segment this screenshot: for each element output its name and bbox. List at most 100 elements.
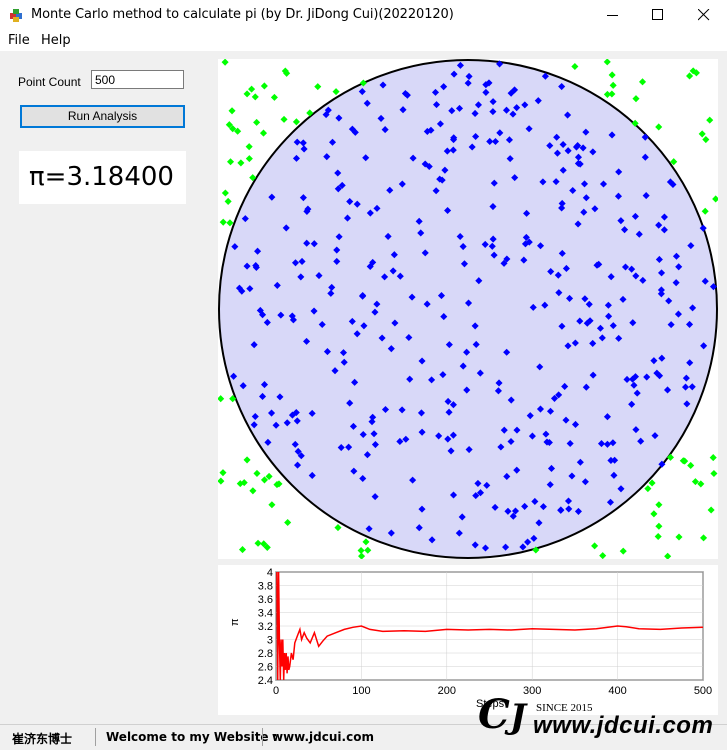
outside-point (357, 546, 365, 555)
outside-point (270, 93, 278, 101)
pi-result-text: π=3.18400 (29, 162, 174, 192)
run-analysis-button[interactable]: Run Analysis (20, 105, 185, 128)
outside-point (707, 506, 715, 514)
outside-point (221, 59, 229, 66)
outside-point (251, 93, 259, 101)
outside-point (632, 95, 640, 103)
status-url[interactable]: www.jdcui.com (272, 730, 374, 744)
outside-point (284, 518, 292, 527)
outside-point (260, 82, 268, 90)
monte-carlo-plot (218, 59, 718, 559)
outside-point (655, 123, 663, 131)
y-tick-label: 3.6 (258, 594, 273, 606)
y-tick-label: 3 (267, 635, 273, 647)
outside-point (687, 461, 695, 469)
outside-point (253, 118, 261, 126)
outside-point (709, 454, 717, 462)
outside-point (219, 218, 227, 226)
outside-point (700, 534, 708, 542)
outside-point (712, 195, 718, 203)
outside-point (603, 59, 611, 66)
pi-result-box: π=3.18400 (19, 151, 186, 204)
menu-file[interactable]: File (8, 33, 30, 48)
outside-point (314, 83, 322, 91)
outside-point (254, 539, 262, 547)
outside-point (710, 469, 718, 478)
outside-point (334, 524, 342, 532)
outside-point (245, 155, 253, 163)
outside-point (237, 159, 245, 167)
outside-point (280, 115, 288, 123)
x-tick-label: 0 (273, 685, 279, 697)
outside-point (650, 510, 658, 518)
window-title: Monte Carlo method to calculate pi (by D… (31, 7, 454, 22)
maximize-icon (652, 9, 663, 20)
status-author: 崔济东博士 (12, 732, 73, 746)
outside-point (591, 542, 599, 550)
outside-point (608, 71, 616, 79)
outside-point (619, 547, 627, 555)
y-tick-labels: 2.42.6 2.83 3.23.4 3.63.8 4 (258, 567, 273, 687)
outside-point (362, 538, 370, 546)
outside-point (259, 129, 268, 137)
outside-point (675, 533, 683, 541)
y-tick-label: 2.8 (258, 648, 273, 660)
menu-bar: File Help (0, 30, 727, 51)
outside-point (609, 81, 617, 89)
outside-point (599, 552, 607, 559)
title-bar: Monte Carlo method to calculate pi (by D… (0, 0, 727, 30)
outside-point (686, 72, 694, 80)
close-icon (698, 9, 710, 21)
outside-point (638, 78, 647, 86)
status-separator (95, 728, 96, 746)
outside-point (644, 485, 652, 493)
outside-point (292, 118, 300, 126)
y-tick-label: 2.6 (258, 662, 273, 674)
outside-point (358, 552, 366, 559)
y-tick-label: 3.4 (258, 608, 273, 620)
status-separator (262, 728, 263, 746)
y-tick-label: 4 (267, 567, 273, 579)
outside-point (249, 487, 257, 495)
outside-point (701, 207, 709, 215)
outside-point (228, 107, 236, 115)
outside-point (253, 469, 261, 477)
outside-point (243, 90, 251, 98)
y-tick-label: 2.4 (258, 675, 273, 687)
outside-point (364, 546, 372, 554)
x-tick-label: 100 (352, 685, 370, 697)
watermark: CJ SINCE 2015 www.jdcui.com (478, 692, 724, 744)
outside-point (226, 219, 234, 227)
outside-point (224, 197, 232, 205)
status-welcome: Welcome to my Website : (106, 730, 278, 744)
outside-point (243, 456, 251, 464)
outside-point (571, 62, 579, 71)
outside-point (655, 501, 663, 509)
outside-point (218, 477, 225, 485)
x-tick-label: 200 (438, 685, 456, 697)
maximize-button[interactable] (635, 0, 681, 30)
minimize-icon (607, 15, 618, 16)
outside-point (332, 88, 340, 96)
outside-point (226, 158, 235, 166)
outside-point (698, 130, 706, 138)
outside-point (706, 116, 714, 124)
minimize-button[interactable] (590, 0, 636, 30)
outside-point (654, 532, 662, 541)
outside-point (238, 546, 247, 554)
outside-point (248, 85, 256, 93)
watermark-url: www.jdcui.com (533, 712, 714, 739)
menu-help[interactable]: Help (41, 33, 71, 48)
app-cube-icon (10, 9, 22, 22)
y-tick-label: 3.2 (258, 621, 273, 633)
outside-point (245, 143, 253, 151)
watermark-logo-icon: CJ (478, 691, 526, 738)
outside-point (664, 552, 672, 559)
y-axis-label: π (229, 618, 241, 626)
point-count-input[interactable] (91, 70, 184, 89)
point-count-label: Point Count (18, 75, 81, 89)
outside-point (702, 135, 710, 144)
close-button[interactable] (681, 0, 727, 30)
outside-point (608, 90, 616, 98)
outside-point (219, 469, 227, 477)
